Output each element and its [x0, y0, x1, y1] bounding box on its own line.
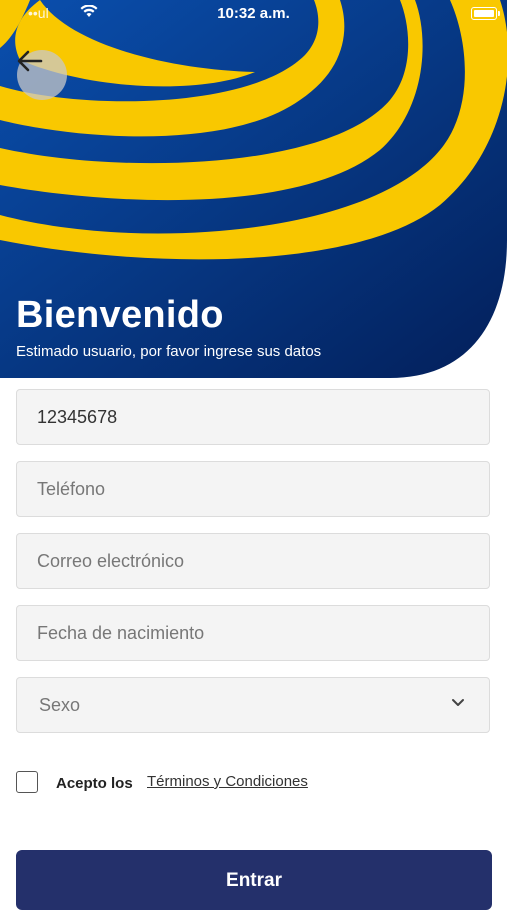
chevron-down-icon [452, 699, 464, 706]
battery-icon [471, 7, 500, 20]
phone-input[interactable] [17, 462, 489, 516]
birthdate-field[interactable] [16, 605, 490, 661]
phone-field[interactable] [16, 461, 490, 517]
page-subtitle: Estimado usuario, por favor ingrese sus … [16, 343, 322, 360]
sex-select[interactable]: Sexo [16, 677, 490, 733]
email-field[interactable] [16, 533, 490, 589]
status-bar: ••ul 10:32 a.m. [0, 0, 507, 28]
document-input[interactable] [17, 390, 489, 444]
status-time: 10:32 a.m. [217, 5, 290, 22]
terms-checkbox[interactable] [16, 771, 38, 793]
hero-header: ••ul 10:32 a.m. Bienvenido Estimado usua… [0, 0, 507, 378]
back-button[interactable] [17, 50, 67, 100]
document-field[interactable] [16, 389, 490, 445]
birthdate-input[interactable] [17, 606, 489, 660]
submit-button[interactable]: Entrar [16, 850, 492, 910]
accept-label: Acepto los [56, 775, 133, 792]
email-input[interactable] [17, 534, 489, 588]
arrow-left-icon [17, 50, 43, 72]
sex-select-value: Sexo [39, 695, 81, 715]
terms-link[interactable]: Términos y Condiciones [147, 773, 308, 790]
page-title: Bienvenido [16, 294, 224, 336]
